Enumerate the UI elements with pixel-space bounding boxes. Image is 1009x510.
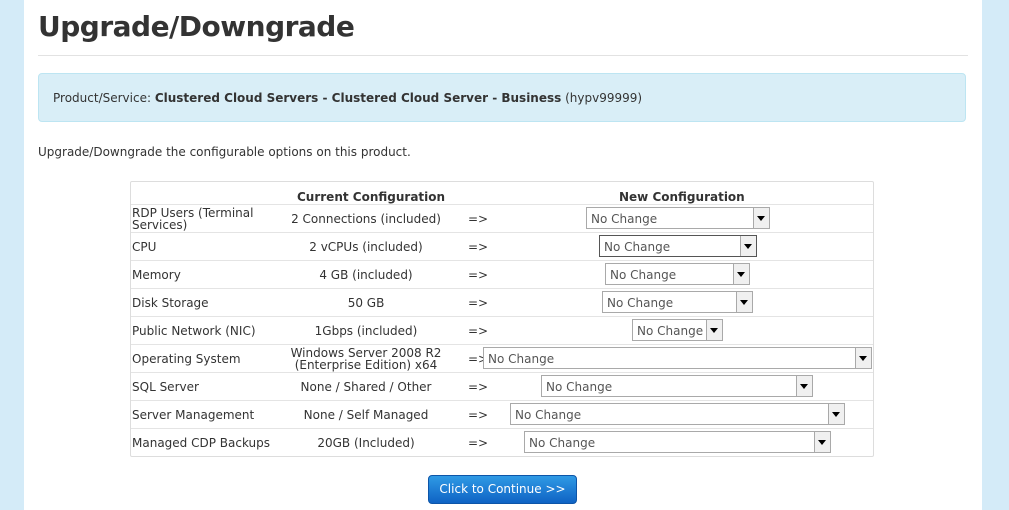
- arrow-text: =>: [468, 379, 489, 394]
- chevron-down-icon[interactable]: [753, 208, 769, 228]
- option-label: Server Management: [132, 407, 255, 422]
- table-row: RDP Users (Terminal Services) 2 Connecti…: [131, 204, 873, 232]
- option-label: Memory: [132, 267, 181, 282]
- header-current-config: Current Configuration: [297, 190, 446, 204]
- chevron-down-icon[interactable]: [736, 292, 752, 312]
- product-info-box: Product/Service: Clustered Cloud Servers…: [38, 73, 966, 122]
- arrow-text: =>: [468, 211, 489, 226]
- table-row: Disk Storage 50 GB => No Change: [131, 288, 873, 316]
- arrow-text: =>: [468, 435, 489, 450]
- option-label: Disk Storage: [132, 295, 209, 310]
- option-label: Public Network (NIC): [132, 323, 256, 338]
- product-label: Product/Service:: [53, 91, 151, 105]
- option-label: SQL Server: [132, 379, 199, 394]
- table-row: Public Network (NIC) 1Gbps (included) =>…: [131, 316, 873, 344]
- option-label: Managed CDP Backups: [132, 435, 271, 450]
- arrow-text: =>: [468, 295, 489, 310]
- new-config-select-rdp-users[interactable]: No Change: [586, 207, 770, 229]
- arrow-text: =>: [468, 267, 489, 282]
- table-row: Managed CDP Backups 20GB (Included) => N…: [131, 428, 873, 456]
- page-container: Upgrade/Downgrade Product/Service: Clust…: [24, 0, 982, 510]
- current-value: 20GB (Included): [317, 435, 415, 450]
- product-name: Clustered Cloud Servers - Clustered Clou…: [154, 91, 562, 105]
- current-value: 50 GB: [347, 295, 385, 310]
- option-label: RDP Users (Terminal Services): [132, 205, 254, 232]
- current-value: 2 Connections (included): [291, 211, 441, 226]
- table-row: SQL Server None / Shared / Other => No C…: [131, 372, 873, 400]
- title-divider: [38, 55, 968, 56]
- arrow-text: =>: [468, 239, 489, 254]
- intro-text: Upgrade/Downgrade the configurable optio…: [38, 145, 411, 159]
- arrow-text: =>: [468, 407, 489, 422]
- table-row: CPU 2 vCPUs (included) => No Change: [131, 232, 873, 260]
- new-config-select-disk-storage[interactable]: No Change: [602, 291, 753, 313]
- table-row: Server Management None / Self Managed =>…: [131, 400, 873, 428]
- new-config-select-cpu[interactable]: No Change: [599, 235, 757, 257]
- chevron-down-icon[interactable]: [796, 376, 812, 396]
- continue-button[interactable]: Click to Continue >>: [428, 475, 577, 504]
- new-config-select-operating-system[interactable]: No Change: [483, 347, 872, 369]
- config-table: Current Configuration New Configuration …: [130, 181, 874, 457]
- current-value: None / Self Managed: [303, 407, 429, 422]
- current-value: None / Shared / Other: [300, 379, 432, 394]
- current-value: Windows Server 2008 R2 (Enterprise Editi…: [290, 345, 442, 372]
- current-value: 1Gbps (included): [314, 323, 418, 338]
- service-id: (hypv99999): [565, 91, 643, 105]
- table-row: Operating System Windows Server 2008 R2 …: [131, 344, 873, 372]
- new-config-select-public-network[interactable]: No Change: [632, 319, 723, 341]
- chevron-down-icon[interactable]: [706, 320, 722, 340]
- chevron-down-icon[interactable]: [828, 404, 844, 424]
- current-value: 4 GB (included): [319, 267, 413, 282]
- chevron-down-icon[interactable]: [740, 236, 756, 256]
- chevron-down-icon[interactable]: [814, 432, 830, 452]
- chevron-down-icon[interactable]: [733, 264, 749, 284]
- current-value: 2 vCPUs (included): [309, 239, 423, 254]
- option-label: Operating System: [132, 351, 241, 366]
- new-config-select-memory[interactable]: No Change: [605, 263, 750, 285]
- new-config-select-server-management[interactable]: No Change: [510, 403, 845, 425]
- product-info-text: Product/Service: Clustered Cloud Servers…: [53, 91, 642, 105]
- arrow-text: =>: [468, 323, 489, 338]
- chevron-down-icon[interactable]: [855, 348, 871, 368]
- option-label: CPU: [132, 239, 157, 254]
- header-new-config: New Configuration: [619, 190, 745, 204]
- page-title: Upgrade/Downgrade: [38, 10, 355, 43]
- new-config-select-managed-cdp-backups[interactable]: No Change: [524, 431, 831, 453]
- new-config-select-sql-server[interactable]: No Change: [541, 375, 813, 397]
- table-row: Memory 4 GB (included) => No Change: [131, 260, 873, 288]
